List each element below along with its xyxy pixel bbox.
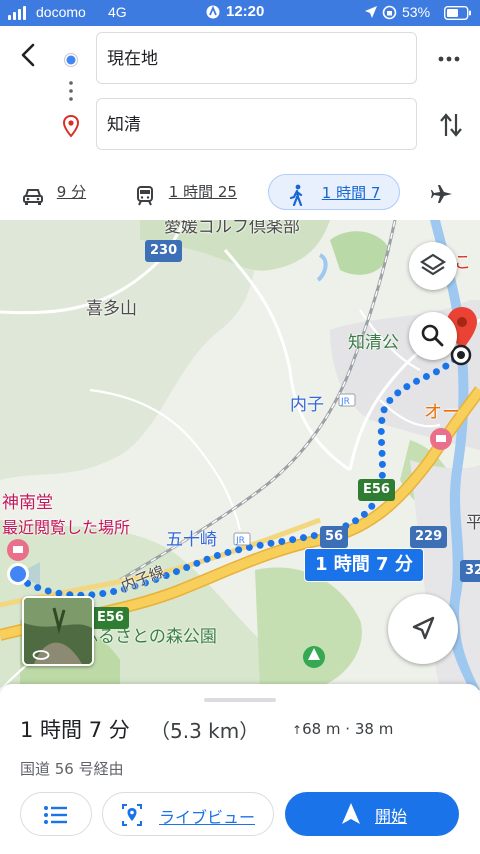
walking-icon xyxy=(289,183,307,206)
map-label-jinnando[interactable]: 神南堂 xyxy=(2,488,53,513)
carrier-label: docomo xyxy=(36,4,86,20)
map-label-east-2: オー xyxy=(424,402,460,423)
drag-handle[interactable] xyxy=(204,698,276,702)
street-view-thumbnail[interactable] xyxy=(22,596,94,666)
mode-car-label: 9 分 xyxy=(56,183,87,201)
train-icon xyxy=(136,183,156,205)
mode-car-tab[interactable]: 9 分 xyxy=(22,174,102,210)
road-shield-230: 230 xyxy=(145,240,183,262)
road-shield-56: 56 xyxy=(320,526,349,548)
airplane-icon xyxy=(430,182,454,204)
map-label-recent: 最近閲覧した場所 xyxy=(2,518,131,537)
mode-walk-tab[interactable]: 1 時間 7 xyxy=(268,174,400,210)
search-icon xyxy=(421,324,444,347)
location-arrow-icon xyxy=(364,5,378,22)
mode-transit-label: 1 時間 25 xyxy=(168,183,237,201)
swap-direction-icon[interactable] xyxy=(438,110,464,140)
start-label: 開始 xyxy=(375,807,408,826)
origin-dot-icon xyxy=(64,52,78,67)
directions-header: 現在地 知清 9 分 1 時間 25 1 時間 7 xyxy=(0,26,480,220)
steps-list-button[interactable] xyxy=(20,792,92,836)
street-view-360-icon xyxy=(32,646,50,664)
layers-icon xyxy=(419,253,447,276)
map-view[interactable]: JR JR 愛媛ゴルフ倶楽部 喜多山 知清公 内子 神南堂 最近閲覧した場所 五… xyxy=(0,220,480,690)
elevation-up-icon: ↑ xyxy=(292,723,303,737)
status-bar: docomo 4G 12:20 53% xyxy=(0,0,480,26)
current-location-marker xyxy=(0,554,40,594)
battery-icon xyxy=(443,5,472,23)
car-icon xyxy=(22,183,46,205)
road-shield-229: 229 xyxy=(410,526,448,548)
route-duration: 1 時間 7 分 xyxy=(20,718,130,742)
live-view-button[interactable]: ライブビュー xyxy=(102,792,274,836)
map-label-uchiko: 内子 xyxy=(290,395,324,415)
mode-transit-tab[interactable]: 1 時間 25 xyxy=(136,174,256,210)
list-icon xyxy=(44,806,67,824)
svg-text:JR: JR xyxy=(235,536,245,546)
destination-pin-icon xyxy=(62,114,80,138)
elevation-value: 68 m · 38 m xyxy=(302,720,394,738)
route-duration-callout[interactable]: 1 時間 7 分 xyxy=(304,548,424,582)
origin-input[interactable]: 現在地 xyxy=(96,32,417,84)
orientation-lock-icon xyxy=(382,5,397,23)
layers-button[interactable] xyxy=(409,242,457,290)
route-summary-sheet[interactable]: 1 時間 7 分 （5.3 km） ↑68 m · 38 m 国道 56 号経由… xyxy=(0,684,480,854)
route-via: 国道 56 号経由 xyxy=(20,760,124,778)
battery-label: 53% xyxy=(402,4,431,20)
map-label-ikazaki: 五十崎 xyxy=(166,530,217,550)
destination-input[interactable]: 知清 xyxy=(96,98,417,150)
screen-lock-icon xyxy=(206,5,220,22)
route-distance: （5.3 km） xyxy=(150,719,260,743)
mode-walk-label: 1 時間 7 xyxy=(321,184,381,202)
navigation-arrow-icon xyxy=(342,803,360,824)
network-label: 4G xyxy=(108,4,127,20)
signal-icon xyxy=(8,6,30,20)
recenter-button[interactable] xyxy=(388,594,458,664)
road-shield-e56-west: E56 xyxy=(92,607,129,629)
live-view-label: ライブビュー xyxy=(159,808,256,827)
road-shield-e56: E56 xyxy=(358,479,395,501)
map-label-east-3: 平 xyxy=(466,513,480,533)
mode-flight-tab[interactable] xyxy=(430,174,456,210)
elevation-info: ↑68 m · 38 m xyxy=(292,720,393,738)
navigation-arrow-icon xyxy=(412,616,435,640)
map-label-chisei: 知清公 xyxy=(348,333,399,353)
clock: 12:20 xyxy=(226,3,265,20)
road-shield-32: 32 xyxy=(460,560,480,582)
live-view-icon xyxy=(122,804,142,826)
map-label-mountain: 喜多山 xyxy=(86,299,137,319)
route-dots-icon xyxy=(69,80,73,102)
back-button[interactable] xyxy=(14,40,44,70)
start-navigation-button[interactable]: 開始 xyxy=(285,792,459,836)
more-options-icon[interactable] xyxy=(436,46,462,72)
map-label-golf: 愛媛ゴルフ倶楽部 xyxy=(164,220,300,237)
search-along-route-button[interactable] xyxy=(409,312,457,360)
svg-text:JR: JR xyxy=(340,397,350,407)
